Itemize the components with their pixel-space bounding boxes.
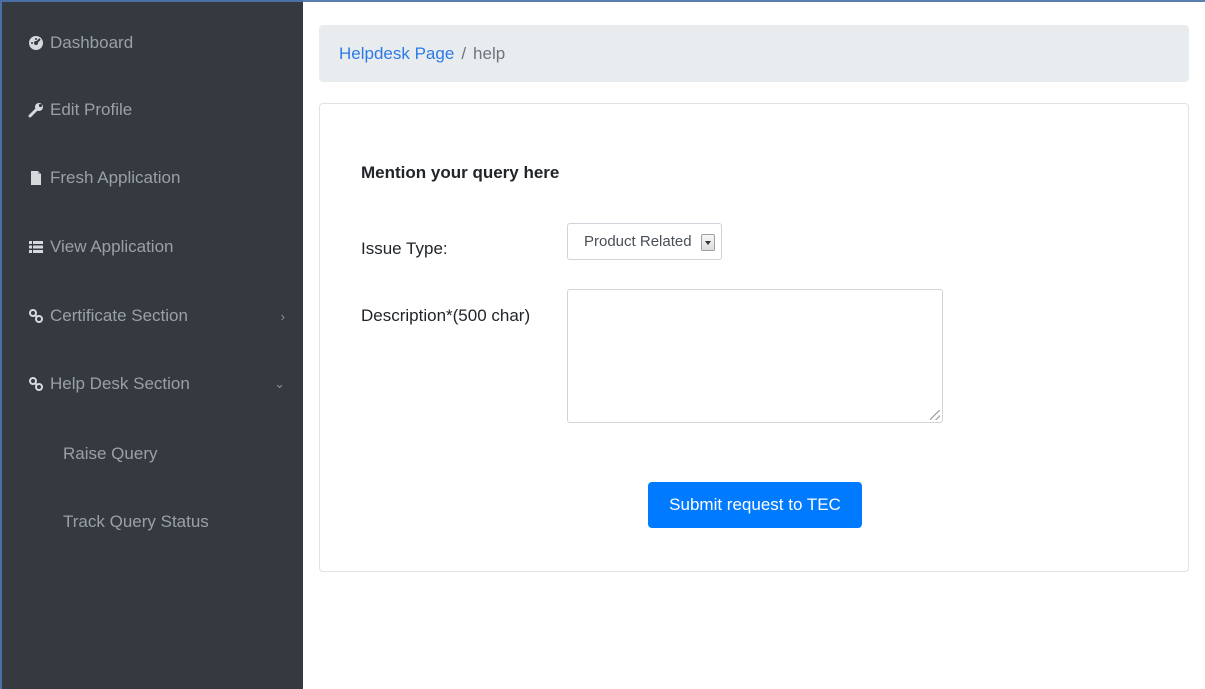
sidebar-subitem-label: Track Query Status <box>63 512 209 531</box>
sidebar-item-label: Edit Profile <box>50 100 133 119</box>
breadcrumb-separator: / <box>461 43 467 63</box>
submit-request-button[interactable]: Submit request to TEC <box>648 482 862 528</box>
tachometer-icon <box>28 35 44 51</box>
sidebar-subitem-raise-query[interactable]: Raise Query <box>2 434 303 474</box>
resize-grip-icon[interactable] <box>930 410 940 420</box>
description-textarea[interactable] <box>567 289 943 423</box>
sidebar-item-label: Fresh Application <box>50 168 181 187</box>
sidebar-item-view-application[interactable]: View Application <box>2 227 303 267</box>
chevron-down-icon: ⌄ <box>274 376 285 391</box>
form-heading: Mention your query here <box>361 163 560 182</box>
sidebar-item-dashboard[interactable]: Dashboard <box>2 23 303 63</box>
sidebar-subitem-label: Raise Query <box>63 444 158 463</box>
link-icon <box>28 308 44 324</box>
sidebar-subitem-track-query-status[interactable]: Track Query Status <box>2 502 303 542</box>
sidebar-item-label: Dashboard <box>50 33 134 52</box>
sidebar: Dashboard Edit Profile Fresh Application… <box>0 0 303 689</box>
breadcrumb-link-helpdesk[interactable]: Helpdesk Page <box>339 44 454 64</box>
wrench-icon <box>28 102 44 118</box>
sidebar-item-label: View Application <box>50 237 174 256</box>
query-form-card: Mention your query here Issue Type: Prod… <box>319 103 1189 572</box>
link-icon <box>28 376 44 392</box>
top-border <box>303 0 1205 2</box>
issue-type-value: Product Related <box>584 233 692 250</box>
chevron-right-icon: › <box>280 308 285 324</box>
list-icon <box>28 239 44 255</box>
sidebar-item-label: Certificate Section <box>50 306 188 325</box>
sidebar-item-label: Help Desk Section <box>50 374 190 393</box>
sidebar-item-help-desk-section[interactable]: Help Desk Section ⌄ <box>2 364 303 404</box>
file-icon <box>28 170 44 186</box>
issue-type-label: Issue Type: <box>361 239 448 258</box>
issue-type-select[interactable]: Product Related <box>567 223 722 260</box>
dropdown-arrow-icon <box>701 234 715 251</box>
sidebar-item-fresh-application[interactable]: Fresh Application <box>2 158 303 198</box>
breadcrumb-current: help <box>473 43 506 63</box>
breadcrumb: Helpdesk Page / help <box>319 25 1189 82</box>
sidebar-item-edit-profile[interactable]: Edit Profile <box>2 90 303 130</box>
description-label: Description*(500 char) <box>361 306 531 325</box>
sidebar-item-certificate-section[interactable]: Certificate Section › <box>2 296 303 336</box>
